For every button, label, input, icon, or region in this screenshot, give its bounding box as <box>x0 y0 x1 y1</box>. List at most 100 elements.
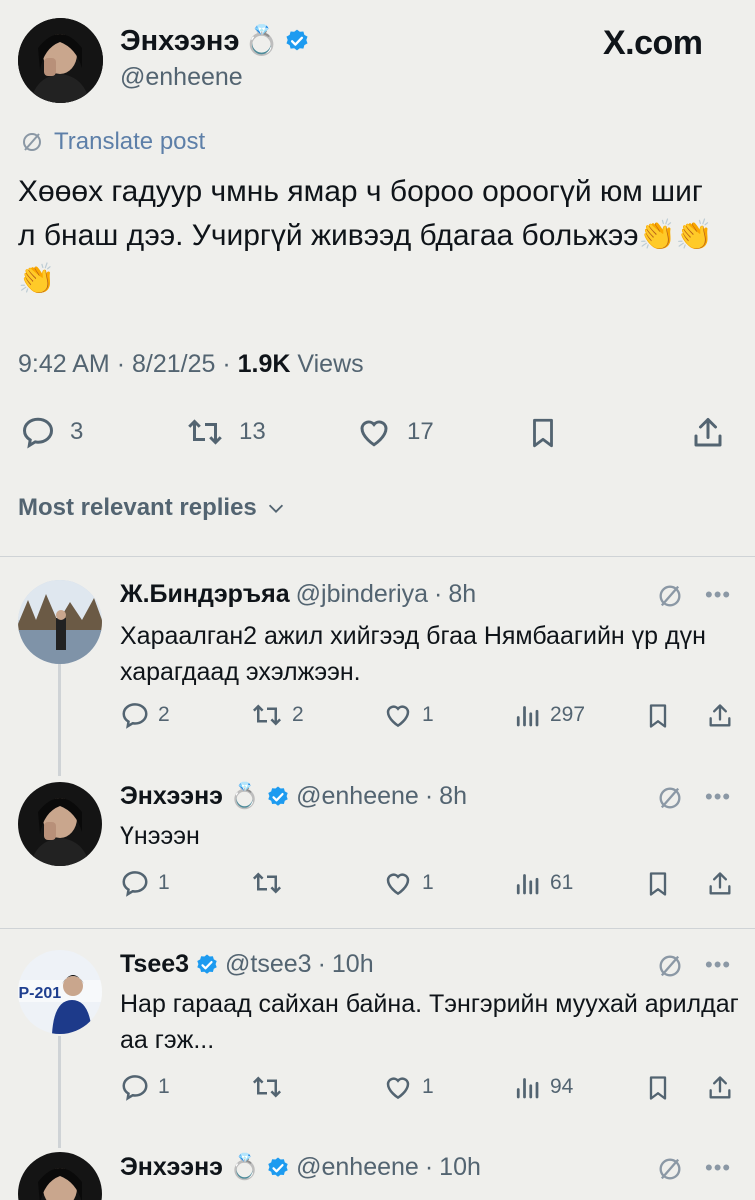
reply-author-handle[interactable]: @enheene <box>296 782 419 811</box>
reply-count: 1 <box>158 1075 170 1098</box>
reply-time[interactable]: 10h <box>439 1153 481 1182</box>
repost-button[interactable]: 2 <box>250 700 304 730</box>
translate-post-label: Translate post <box>54 128 206 155</box>
views-button[interactable]: 297 <box>512 700 585 730</box>
post-time[interactable]: 9:42 AM <box>18 350 110 378</box>
repost-icon <box>185 414 225 450</box>
verified-badge-icon <box>266 785 290 809</box>
reply-avatar-enheene[interactable] <box>18 782 102 866</box>
more-options-icon[interactable]: ••• <box>705 582 731 608</box>
bookmark-icon <box>644 700 672 732</box>
reply-time[interactable]: 8h <box>448 580 476 609</box>
share-button[interactable] <box>706 700 734 732</box>
views-label: Views <box>297 350 364 378</box>
heart-icon <box>382 700 414 730</box>
reply-icon <box>120 868 150 898</box>
author-name-text: Энхээнэ <box>120 24 240 57</box>
translate-icon[interactable] <box>656 582 684 610</box>
bookmark-button[interactable] <box>644 1072 672 1104</box>
like-count: 1 <box>422 871 434 894</box>
bookmark-button[interactable] <box>644 700 672 732</box>
separator-dot: · <box>424 782 434 810</box>
translate-icon[interactable] <box>656 784 684 812</box>
reply-icon <box>120 1072 150 1102</box>
reply-author-handle[interactable]: @jbinderiya <box>296 580 428 609</box>
repost-button[interactable]: 13 <box>185 414 266 450</box>
views-count: 94 <box>550 1075 574 1098</box>
share-button[interactable] <box>706 868 734 900</box>
reply-avatar-enheene[interactable] <box>18 1152 102 1200</box>
share-icon <box>690 414 726 452</box>
reply-header: Энхээнэ 💍 @enheene · 8h <box>120 782 467 811</box>
heart-icon <box>355 414 393 450</box>
views-button[interactable]: 94 <box>512 1072 573 1102</box>
repost-icon <box>250 868 284 898</box>
author-handle[interactable]: @enheene <box>120 63 243 92</box>
reply-button[interactable]: 2 <box>120 700 170 730</box>
views-button[interactable]: 61 <box>512 868 573 898</box>
repost-count: 2 <box>292 703 304 726</box>
reply-author-name[interactable]: Tsee3 <box>120 950 189 979</box>
share-button[interactable] <box>706 1072 734 1104</box>
reply-avatar-jbinderiya[interactable] <box>18 580 102 664</box>
bookmark-button[interactable] <box>644 868 672 900</box>
reply-text: Хараалган2 ажил хийгээд бгаа Нямбаагийн … <box>120 622 706 686</box>
heart-icon <box>382 1072 414 1102</box>
repost-icon <box>250 700 284 730</box>
author-avatar[interactable] <box>18 18 103 103</box>
reply-text: Үнэээн <box>120 822 200 850</box>
share-icon <box>706 700 734 732</box>
analytics-icon <box>512 1072 542 1102</box>
bookmark-button[interactable] <box>526 414 560 452</box>
replies-sort-dropdown[interactable]: Most relevant replies <box>18 494 287 522</box>
like-button[interactable]: 1 <box>382 700 434 730</box>
repost-button[interactable] <box>250 868 284 898</box>
reply-action-bar: 1 1 94 <box>0 1072 755 1112</box>
reply-header: Ж.Биндэръяа @jbinderiya · 8h <box>120 580 476 609</box>
author-name[interactable]: Энхээнэ 💍 <box>120 24 310 58</box>
verified-badge-icon <box>266 1156 290 1180</box>
site-label: X.com <box>603 24 703 62</box>
share-icon <box>706 868 734 900</box>
chevron-down-icon <box>265 497 287 519</box>
reply-text: Нар гараад сайхан байна. Тэнгэрийн мууха… <box>120 990 739 1054</box>
repost-button[interactable] <box>250 1072 284 1102</box>
reply-count: 3 <box>70 418 84 445</box>
reply-button[interactable]: 1 <box>120 1072 170 1102</box>
more-options-icon[interactable]: ••• <box>705 784 731 810</box>
reply-avatar-tsee3[interactable]: IP-201 <box>18 950 102 1034</box>
translate-post-link[interactable]: Translate post <box>20 128 205 156</box>
reply-author-name[interactable]: Ж.Биндэръяа <box>120 580 290 609</box>
reply-button[interactable]: 1 <box>120 868 170 898</box>
like-button[interactable]: 1 <box>382 868 434 898</box>
views-count: 61 <box>550 871 574 894</box>
reply-author-name[interactable]: Энхээнэ <box>120 1153 223 1182</box>
more-options-icon[interactable]: ••• <box>705 952 731 978</box>
reply-header: Tsee3 @tsee3 · 10h <box>120 950 374 979</box>
reply-count: 1 <box>158 871 170 894</box>
reply-button[interactable]: 3 <box>20 414 83 450</box>
reply-time[interactable]: 8h <box>439 782 467 811</box>
translate-icon[interactable] <box>656 1155 684 1183</box>
reply-icon <box>20 414 56 450</box>
reply-author-name[interactable]: Энхээнэ <box>120 782 223 811</box>
heart-icon <box>382 868 414 898</box>
like-button[interactable]: 1 <box>382 1072 434 1102</box>
like-button[interactable]: 17 <box>355 414 434 450</box>
more-options-icon[interactable]: ••• <box>705 1155 731 1181</box>
share-icon <box>706 1072 734 1104</box>
separator-dot: · <box>424 1153 434 1181</box>
post-date[interactable]: 8/21/25 <box>132 350 215 378</box>
reply-author-handle[interactable]: @enheene <box>296 1153 419 1182</box>
translate-icon[interactable] <box>656 952 684 980</box>
analytics-icon <box>512 700 542 730</box>
post-meta: 9:42 AM · 8/21/25 · 1.9K Views <box>18 350 364 378</box>
bookmark-icon <box>644 1072 672 1104</box>
like-count: 17 <box>407 418 434 445</box>
reply-time[interactable]: 10h <box>332 950 374 979</box>
reply-action-bar: 1 1 61 <box>0 868 755 908</box>
svg-text:IP-201: IP-201 <box>18 985 61 1002</box>
reply-author-handle[interactable]: @tsee3 <box>225 950 312 979</box>
reply-count: 2 <box>158 703 170 726</box>
share-button[interactable] <box>690 414 726 452</box>
